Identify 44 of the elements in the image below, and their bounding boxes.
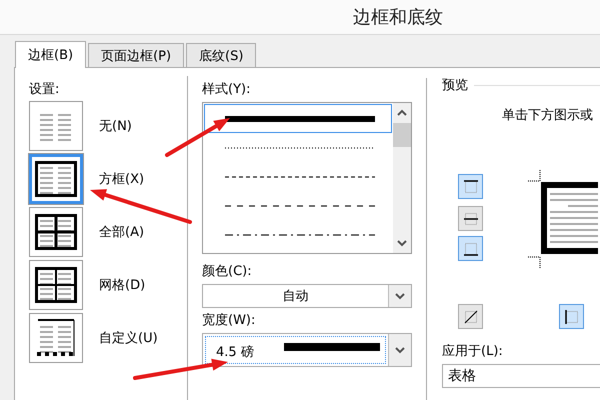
width-dropdown[interactable]: 4.5 磅	[202, 333, 412, 367]
border-icon	[462, 308, 478, 324]
scrollbar-thumb[interactable]	[393, 123, 411, 147]
border-icon	[462, 240, 478, 256]
border-icon	[462, 178, 478, 194]
line-sample-icon	[284, 343, 380, 351]
preview-label: 预览	[442, 77, 468, 94]
settings-label: 设置:	[29, 81, 60, 98]
color-dropdown[interactable]: 自动	[202, 284, 412, 308]
tab[interactable]: 页面边框(P)	[88, 43, 184, 67]
width-label: 宽度(W):	[202, 312, 256, 329]
setting-label: 无(N)	[99, 118, 132, 135]
tab[interactable]: 边框(B)	[15, 41, 86, 68]
setting-label: 自定义(U)	[99, 330, 158, 347]
border-toggle-button[interactable]	[559, 304, 584, 329]
setting-label: 全部(A)	[99, 224, 144, 241]
apply-to-label: 应用于(L):	[442, 343, 504, 360]
border-toggle-button[interactable]	[458, 174, 483, 199]
line-sample-icon	[225, 114, 375, 122]
chevron-down-icon	[394, 292, 406, 300]
setting-label: 网格(D)	[99, 277, 146, 294]
line-style-option[interactable]	[204, 104, 392, 133]
setting-label: 方框(X)	[99, 171, 144, 188]
apply-to-dropdown[interactable]: 表格	[442, 364, 600, 388]
chevron-down-icon	[394, 346, 406, 354]
tab[interactable]: 底纹(S)	[186, 43, 256, 67]
border-toggle-button[interactable]	[458, 206, 483, 231]
color-label: 颜色(C):	[202, 263, 253, 280]
annotation-arrow	[165, 118, 230, 157]
border-toggle-button[interactable]	[458, 304, 483, 329]
style-label: 样式(Y):	[202, 81, 252, 98]
scrollbar[interactable]	[393, 103, 411, 253]
preview-hint: 单击下方图示或	[502, 107, 594, 124]
border-toggle-button[interactable]	[458, 236, 483, 261]
setting-button[interactable]	[29, 260, 83, 310]
border-icon	[564, 308, 580, 324]
chevron-up-icon[interactable]	[396, 109, 408, 117]
setting-button[interactable]	[29, 207, 83, 257]
setting-button[interactable]	[29, 313, 83, 363]
window-title: 边框和底纹	[353, 6, 443, 29]
line-style-list[interactable]	[202, 102, 412, 254]
chevron-down-icon[interactable]	[396, 239, 408, 247]
border-icon	[462, 210, 478, 226]
setting-button[interactable]	[29, 154, 83, 204]
